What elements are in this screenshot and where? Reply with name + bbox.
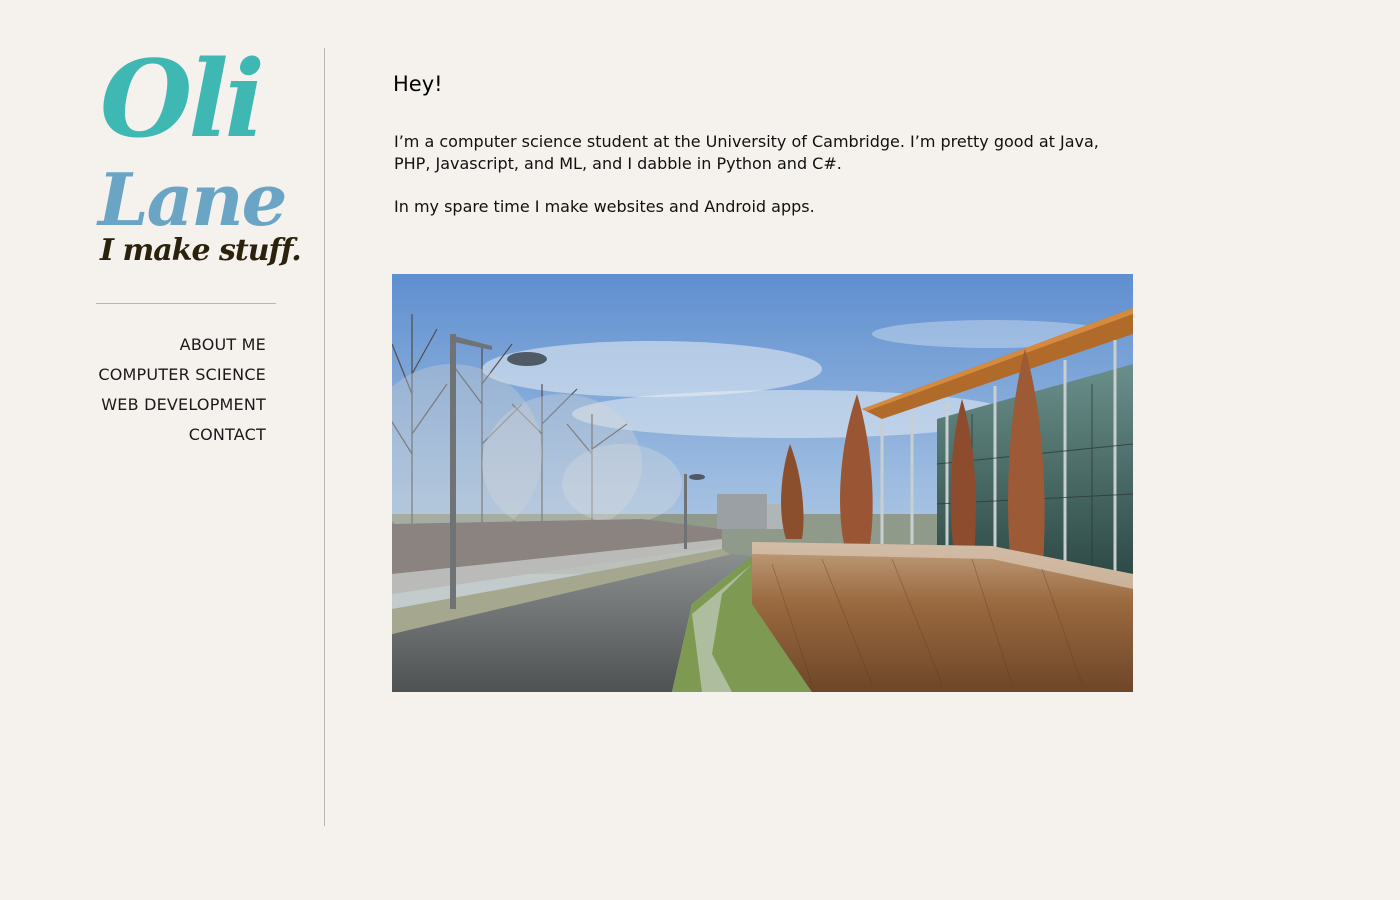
nav-item-web-development[interactable]: WEB DEVELOPMENT bbox=[96, 390, 266, 420]
logo-last-name[interactable]: Lane bbox=[98, 164, 287, 236]
logo-first-name[interactable]: Oli bbox=[100, 46, 265, 152]
nav-item-contact[interactable]: CONTACT bbox=[96, 420, 266, 450]
page-heading: Hey! bbox=[393, 72, 443, 96]
logo-tagline: I make stuff. bbox=[100, 233, 302, 268]
intro-paragraph: I’m a computer science student at the Un… bbox=[394, 132, 1099, 173]
nav-item-about-me[interactable]: ABOUT ME bbox=[96, 330, 266, 360]
main-nav: ABOUT ME COMPUTER SCIENCE WEB DEVELOPMEN… bbox=[96, 330, 266, 450]
nav-item-computer-science[interactable]: COMPUTER SCIENCE bbox=[96, 360, 266, 390]
vertical-divider bbox=[324, 48, 325, 826]
hobby-paragraph: In my spare time I make websites and And… bbox=[394, 197, 815, 216]
main-content: Hey! I’m a computer science student at t… bbox=[393, 72, 1133, 216]
sidebar-divider bbox=[96, 303, 276, 304]
campus-photo bbox=[392, 274, 1133, 692]
